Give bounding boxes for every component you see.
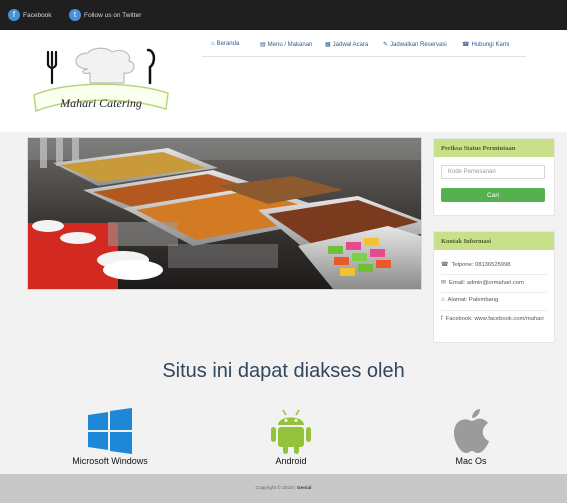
nav-item-label: Jadwalkan Reservasi [390,41,447,48]
nav-item-label: Menu / Makanan [267,41,313,48]
footer-name: Genial [296,486,312,491]
top-bar: f Facebook t Follow us on Twitter [0,0,567,30]
nav-item-beranda[interactable]: ⌂ Beranda [211,41,239,47]
order-code-placeholder: Kode Pemesanan [448,169,496,175]
apple-icon [454,409,489,453]
contact-info-panel: Kontak Informasi ☎ Telpone: 08136525998 … [433,231,555,343]
contact-phone: ☎ Telpone: 08136525998 [441,261,547,269]
platform-mac-label: Mac Os [455,456,487,466]
twitter-link[interactable]: t Follow us on Twitter [69,8,141,22]
platform-windows: Microsoft Windows [60,408,160,466]
nav-item-jadwal-acara[interactable]: ▦ Jadwal Acara [325,41,369,49]
contact-divider [441,292,547,293]
hero-image [27,137,422,290]
nav-item-label: Hubungi Kami [471,41,510,48]
calendar-icon: ▦ [325,42,331,48]
pencil-icon: ✎ [383,42,389,48]
email-icon: ✉ [441,280,447,286]
platform-android-label: Android [275,456,307,466]
logo-text: Mahari Catering [59,96,142,110]
logo-graphic: Mahari Catering [33,47,169,113]
home-icon: ⌂ [441,297,445,303]
contact-email: ✉ Email: admin@ormahari.com [441,279,547,287]
contact-address: ⌂ Alamat: Palembang [441,297,547,303]
nav-item-menu[interactable]: ▤ Menu / Makanan [260,41,313,49]
platform-windows-label: Microsoft Windows [72,456,148,466]
windows-icon [88,408,132,454]
contact-panel-title: Kontak Informasi [434,232,554,250]
home-icon: ⌂ [211,41,215,47]
twitter-icon: t [69,9,81,21]
status-check-panel: Periksa Status Permintaan Kode Pemesanan… [433,138,555,216]
status-panel-title: Periksa Status Permintaan [434,139,554,157]
access-heading: Situs ini dapat diakses oleh [162,360,405,382]
nav-item-label: Beranda [216,41,240,47]
search-button[interactable]: Cari [441,188,545,202]
contact-facebook-text: Facebook: www.facebook.com/mahari [445,316,544,322]
contact-facebook[interactable]: f Facebook: www.facebook.com/mahari [441,316,547,322]
book-icon: ▤ [260,42,266,48]
order-code-input[interactable]: Kode Pemesanan [441,165,545,179]
facebook-link[interactable]: f Facebook [8,8,52,22]
facebook-icon: f [441,316,443,322]
footer-copyright: Copyright © 2018 | [255,486,296,491]
nav-item-label: Jadwal Acara [332,41,369,48]
contact-address-text: Alamat: Palembang [447,297,499,303]
contact-email-text: Email: admin@ormahari.com [449,279,524,286]
contact-divider [441,274,547,275]
facebook-link-label: Facebook [23,11,52,19]
nav-divider [202,56,526,57]
buffet-illustration [28,138,421,289]
phone-icon: ☎ [462,42,470,48]
nav-item-hubungi[interactable]: ☎ Hubungi Kami [462,41,510,49]
platform-mac: Mac Os [421,408,521,466]
facebook-icon: f [8,9,20,21]
platform-android: Android [241,408,341,466]
nav-item-reservasi[interactable]: ✎ Jadwalkan Reservasi [383,41,447,49]
android-icon [271,409,311,454]
twitter-link-label: Follow us on Twitter [84,11,142,19]
contact-phone-text: Telpone: 08136525998 [451,261,511,268]
footer: Copyright © 2018 | Genial [0,474,567,503]
logo[interactable]: Mahari Catering [28,47,173,119]
contact-divider [441,310,547,311]
phone-icon: ☎ [441,262,449,268]
